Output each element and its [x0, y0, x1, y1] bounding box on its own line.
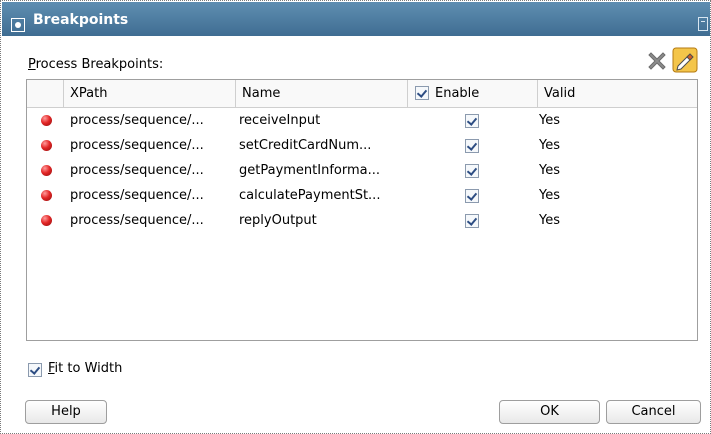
column-icon-header — [27, 80, 64, 107]
table-row[interactable]: process/sequence/... getPaymentInforma..… — [27, 159, 697, 183]
xpath-cell: process/sequence/... — [70, 188, 204, 203]
column-name[interactable]: Name — [236, 80, 408, 107]
mnemonic-letter: P — [28, 57, 36, 72]
enable-checkbox[interactable] — [465, 164, 479, 178]
enable-checkbox[interactable] — [465, 214, 479, 228]
process-breakpoints-label: Process Breakpoints: — [28, 57, 163, 72]
dialog-title: Breakpoints — [33, 12, 129, 28]
xpath-cell: process/sequence/... — [70, 113, 204, 128]
xpath-cell: process/sequence/... — [70, 138, 204, 153]
valid-cell: Yes — [539, 188, 560, 203]
fit-to-width-text: it to Width — [54, 361, 123, 376]
fit-to-width-label[interactable]: Fit to Width — [48, 361, 122, 376]
dialog-titlebar[interactable]: Breakpoints — [2, 2, 710, 36]
column-enable[interactable]: Enable — [408, 80, 538, 107]
column-enable-label: Enable — [435, 86, 480, 101]
breakpoint-icon — [41, 190, 52, 201]
header-enable-checkbox[interactable] — [415, 86, 429, 100]
enable-checkbox[interactable] — [465, 139, 479, 153]
valid-cell: Yes — [539, 163, 560, 178]
table-row[interactable]: process/sequence/... setCreditCardNum...… — [27, 134, 697, 158]
help-button[interactable]: Help — [25, 400, 107, 424]
table-row[interactable]: process/sequence/... calculatePaymentSt.… — [27, 184, 697, 208]
breakpoint-icon — [41, 215, 52, 226]
table-row[interactable]: process/sequence/... replyOutput Yes — [27, 209, 697, 233]
breakpoints-table[interactable]: XPath Name Enable Valid process/sequence… — [26, 79, 698, 341]
cancel-button[interactable]: Cancel — [606, 400, 701, 424]
enable-checkbox[interactable] — [465, 189, 479, 203]
ok-button[interactable]: OK — [499, 400, 600, 424]
xpath-cell: process/sequence/... — [70, 163, 204, 178]
enable-checkbox[interactable] — [465, 114, 479, 128]
breakpoints-dialog: Breakpoints Process Breakpoints: XPath N… — [0, 0, 711, 434]
restore-window-icon[interactable] — [698, 17, 708, 31]
breakpoint-icon — [41, 165, 52, 176]
table-header: XPath Name Enable Valid — [27, 80, 697, 108]
edit-icon[interactable] — [672, 47, 698, 73]
fit-to-width-checkbox[interactable] — [28, 363, 42, 377]
valid-cell: Yes — [539, 138, 560, 153]
name-cell: calculatePaymentSt... — [239, 188, 381, 203]
section-label-text: rocess Breakpoints: — [35, 57, 164, 72]
table-row[interactable]: process/sequence/... receiveInput Yes — [27, 109, 697, 133]
column-valid[interactable]: Valid — [538, 80, 699, 107]
name-cell: replyOutput — [239, 213, 317, 228]
column-xpath[interactable]: XPath — [64, 80, 236, 107]
name-cell: receiveInput — [239, 113, 321, 128]
delete-icon[interactable] — [646, 49, 668, 71]
xpath-cell: process/sequence/... — [70, 213, 204, 228]
name-cell: getPaymentInforma... — [239, 163, 381, 178]
breakpoint-icon — [41, 140, 52, 151]
dialog-window-icon — [11, 18, 25, 32]
breakpoint-icon — [41, 115, 52, 126]
valid-cell: Yes — [539, 213, 560, 228]
name-cell: setCreditCardNum... — [239, 138, 372, 153]
valid-cell: Yes — [539, 113, 560, 128]
